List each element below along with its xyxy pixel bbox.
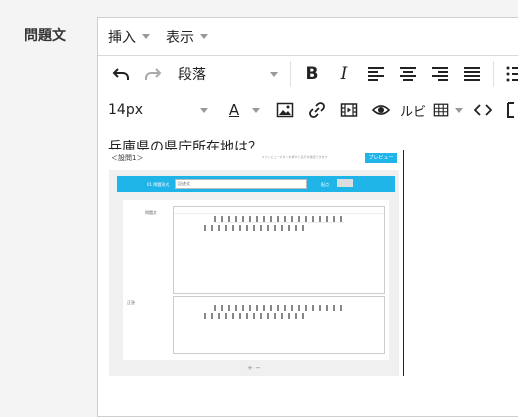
eye-icon [372, 105, 390, 115]
format-select[interactable]: 段落 [178, 64, 278, 84]
embedded-editor-2 [173, 296, 385, 354]
italic-button[interactable]: I [331, 61, 357, 87]
code-icon [474, 104, 492, 116]
align-justify-icon [464, 67, 480, 81]
format-select-value: 段落 [178, 67, 206, 83]
align-right-icon [432, 67, 448, 81]
embedded-editor-2-toolbar-2 [204, 313, 304, 319]
font-size-select[interactable]: 14px [108, 102, 208, 118]
chevron-down-icon [142, 34, 150, 39]
embedded-top-label: 01 問題形式 [147, 182, 170, 187]
ruby-icon: ルビ [400, 104, 427, 120]
ruby-button[interactable]: ルビ [400, 97, 426, 123]
text-color-icon: A [228, 101, 240, 119]
toolbar-divider [493, 61, 494, 87]
embedded-blue-bar: 01 問題形式 記述式 配点 [117, 176, 395, 192]
chevron-down-icon [455, 107, 463, 113]
table-button[interactable] [432, 97, 464, 123]
embedded-top-select-value: 記述式 [178, 181, 190, 186]
italic-icon: I [340, 64, 348, 84]
embedded-editor-2-toolbar [214, 305, 344, 311]
embedded-score-label: 配点 [321, 182, 329, 187]
embedded-preview-button: プレビュー [365, 153, 397, 163]
align-right-button[interactable] [427, 61, 453, 87]
embedded-section1-label: 問題文 [145, 210, 157, 215]
menu-insert-label: 挿入 [108, 29, 136, 46]
chevron-down-icon [270, 71, 278, 77]
embedded-section2-label: 正答 [127, 300, 135, 305]
field-label-question: 問題文 [24, 28, 66, 44]
bold-button[interactable]: B [299, 61, 325, 87]
text-color-button[interactable]: A [224, 97, 244, 123]
media-button[interactable] [336, 97, 362, 123]
editor-toolbar-row-1: 段落 B I [98, 56, 518, 92]
image-icon [276, 102, 294, 118]
fullscreen-button[interactable] [502, 97, 518, 123]
align-left-button[interactable] [363, 61, 389, 87]
embedded-add-remove: + − [247, 364, 261, 372]
image-button[interactable] [272, 97, 298, 123]
align-justify-button[interactable] [459, 61, 485, 87]
embedded-editor-1-toolbar-2 [204, 225, 304, 231]
preview-button[interactable] [368, 97, 394, 123]
link-icon [309, 102, 325, 118]
embedded-panel: 01 問題形式 記述式 配点 問題文 正答 + − [109, 170, 399, 376]
table-icon [433, 103, 449, 117]
embedded-top-select: 記述式 [175, 179, 307, 189]
film-icon [340, 103, 358, 117]
redo-button[interactable] [140, 61, 166, 87]
embedded-question-number: ＜設問1＞ [111, 154, 144, 162]
embedded-note: ※プレビューボタンを押すと表示を確認できます [262, 155, 328, 159]
font-size-value: 14px [108, 102, 143, 118]
bold-icon: B [305, 64, 319, 84]
toolbar-divider [290, 61, 291, 87]
embedded-editor-1-toolbar [214, 216, 344, 223]
redo-icon [145, 68, 162, 80]
editor-toolbar-row-2: 14px A ルビ [98, 92, 518, 128]
align-left-icon [368, 67, 384, 81]
embedded-score-input [337, 179, 353, 187]
menu-view[interactable]: 表示 [166, 27, 208, 47]
undo-icon [112, 68, 129, 80]
bullet-list-button[interactable] [502, 61, 518, 87]
editor-menubar: 挿入 表示 [98, 18, 518, 56]
text-cursor-line [403, 150, 404, 376]
menu-view-label: 表示 [166, 29, 194, 46]
embedded-preview-label: プレビュー [368, 155, 394, 161]
align-center-button[interactable] [395, 61, 421, 87]
chevron-down-icon[interactable] [252, 107, 260, 113]
link-button[interactable] [304, 97, 330, 123]
embedded-editor-1 [173, 206, 385, 294]
embedded-body: 問題文 正答 [123, 200, 389, 360]
align-center-icon [400, 67, 416, 81]
embedded-screenshot-image: ＜設問1＞ ※プレビューボタンを押すと表示を確認できます プレビュー 01 問題… [107, 150, 404, 376]
chevron-down-icon [200, 34, 208, 39]
menu-insert[interactable]: 挿入 [108, 27, 150, 47]
fullscreen-icon [507, 102, 514, 118]
bullet-list-icon [506, 66, 518, 82]
source-code-button[interactable] [470, 97, 496, 123]
undo-button[interactable] [108, 61, 134, 87]
embedded-editor-1-menubar [174, 207, 384, 214]
chevron-down-icon [200, 107, 208, 113]
